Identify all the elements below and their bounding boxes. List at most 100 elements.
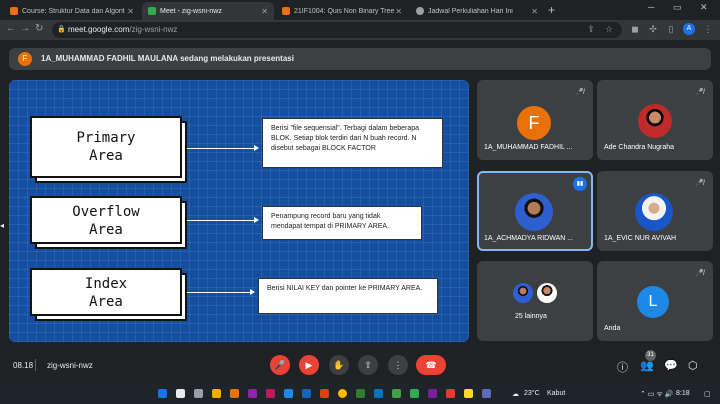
- speaking-indicator-icon: ▮▮: [573, 177, 587, 191]
- index-area-box: Index Area: [30, 268, 182, 316]
- globe-favicon-icon: [416, 7, 424, 15]
- meet-favicon-icon: [148, 7, 156, 15]
- activities-icon[interactable]: ⬡: [688, 359, 698, 372]
- participant-name: 1A_MUHAMMAD FADHIL ...: [484, 144, 573, 151]
- photoshop-icon[interactable]: [284, 389, 293, 398]
- close-tab-icon[interactable]: ✕: [395, 7, 402, 16]
- meeting-code: zig-wsni-nwz: [47, 361, 93, 370]
- spotify-icon[interactable]: [392, 389, 401, 398]
- xd-icon[interactable]: [266, 389, 275, 398]
- app-icon[interactable]: [446, 389, 455, 398]
- app-icon[interactable]: [464, 389, 473, 398]
- moodle-favicon-icon: [282, 7, 290, 15]
- tab-course[interactable]: Course: Struktur Data dan Algorit ✕: [4, 2, 140, 20]
- weather-temp: 23°C: [524, 390, 540, 397]
- weather-condition: Kabut: [547, 390, 566, 397]
- participant-count-badge: 31: [645, 350, 656, 361]
- extension-icon[interactable]: ◼: [630, 24, 640, 34]
- chrome-icon[interactable]: [338, 389, 347, 398]
- camera-toggle-button[interactable]: ▶: [299, 355, 319, 375]
- participant-name: Anda: [604, 325, 621, 332]
- reload-icon[interactable]: ↻: [35, 23, 43, 34]
- tab-title: Meet - zig-wsni-nwz: [160, 7, 222, 15]
- meeting-controls-bar: 08.18 zig-wsni-nwz 🎤 ▶ ✋ ⇧ ⋮ ☎ ⓘ 👥 31 💬 …: [0, 346, 720, 384]
- participant-name: 1A_ACHMADYA RIDWAN ...: [484, 235, 574, 242]
- participant-tile[interactable]: 🎤̸ F 1A_MUHAMMAD FADHIL ...: [477, 80, 593, 160]
- sidebar-icon[interactable]: ▯: [666, 24, 676, 34]
- close-window-icon[interactable]: ✕: [700, 2, 708, 13]
- start-icon[interactable]: [158, 389, 167, 398]
- word-icon[interactable]: [302, 389, 311, 398]
- os-taskbar: ☁ 23°C Kabut ⌃ ▭ ᯤ 🔊 8:18 ▢: [0, 384, 720, 404]
- box-label: Index: [84, 276, 128, 292]
- overflow-area-box: Overflow Area: [30, 196, 182, 244]
- address-bar[interactable]: 🔒 meet.google.com/zig-wsni-nwz: [52, 22, 622, 38]
- participant-tile[interactable]: 🎤̸ Ade Chandra Nugraha: [597, 80, 713, 160]
- new-tab-icon[interactable]: +: [548, 3, 555, 17]
- chat-icon[interactable]: 💬: [664, 359, 678, 372]
- raise-hand-button[interactable]: ✋: [329, 355, 349, 375]
- profile-avatar[interactable]: A: [683, 23, 695, 35]
- arrow: [187, 289, 255, 295]
- present-screen-button[interactable]: ⇧: [358, 355, 378, 375]
- tray-icons[interactable]: ⌃ ▭ ᯤ 🔊: [640, 390, 673, 399]
- mic-off-icon: 🎤̸: [575, 89, 584, 96]
- tab-jadwal[interactable]: Jadwal Perkuliahan Hari Ini ✕: [410, 2, 544, 20]
- more-options-button[interactable]: ⋮: [388, 355, 408, 375]
- file-explorer-icon[interactable]: [212, 389, 221, 398]
- minimize-icon[interactable]: ─: [648, 2, 654, 12]
- bookmark-star-icon[interactable]: ☆: [604, 24, 614, 34]
- excel-icon[interactable]: [356, 389, 365, 398]
- whatsapp-icon[interactable]: [410, 389, 419, 398]
- maximize-icon[interactable]: ▭: [673, 2, 682, 13]
- close-tab-icon[interactable]: ✕: [261, 7, 268, 16]
- close-tab-icon[interactable]: ✕: [127, 7, 134, 16]
- primary-area-box: Primary Area: [30, 116, 182, 178]
- task-view-icon[interactable]: [194, 389, 203, 398]
- leave-call-button[interactable]: ☎: [416, 355, 446, 375]
- participant-name: Ade Chandra Nugraha: [604, 144, 675, 151]
- box-label: Area: [89, 148, 123, 164]
- powerpoint-icon[interactable]: [320, 389, 329, 398]
- menu-dots-icon[interactable]: ⋮: [703, 24, 713, 34]
- participant-tile[interactable]: 🎤̸ 1A_EVIC NUR AVIVAH: [597, 171, 713, 251]
- tab-quiz[interactable]: 21IF1004: Quis Non Binary Tree ✕: [276, 2, 408, 20]
- search-icon[interactable]: [176, 389, 185, 398]
- clock[interactable]: 8:18: [676, 390, 690, 397]
- app-icon[interactable]: [428, 389, 437, 398]
- avatar: [515, 193, 553, 231]
- mic-toggle-button[interactable]: 🎤: [270, 355, 290, 375]
- cursor-icon: ◂: [0, 221, 5, 230]
- divider: [35, 359, 36, 371]
- mic-off-icon: 🎤̸: [695, 270, 704, 277]
- forward-icon[interactable]: →: [20, 23, 30, 34]
- edge-icon[interactable]: [374, 389, 383, 398]
- people-icon[interactable]: 👥: [640, 359, 654, 372]
- self-tile[interactable]: 🎤̸ L Anda: [597, 261, 713, 341]
- notification-icon[interactable]: ▢: [704, 390, 711, 398]
- ai-app-icon[interactable]: [230, 389, 239, 398]
- puzzle-icon[interactable]: ✣: [648, 24, 658, 34]
- mic-off-icon: 🎤̸: [695, 89, 704, 96]
- browser-toolbar: ← → ↻ 🔒 meet.google.com/zig-wsni-nwz ⇪ ☆…: [0, 20, 720, 40]
- avatar: L: [637, 286, 669, 318]
- tab-meet[interactable]: Meet - zig-wsni-nwz ✕: [142, 2, 274, 20]
- share-icon[interactable]: ⇪: [586, 24, 596, 34]
- premiere-icon[interactable]: [248, 389, 257, 398]
- tab-title: Course: Struktur Data dan Algorit: [22, 7, 125, 15]
- others-tile[interactable]: 25 lainnya: [477, 261, 593, 341]
- back-icon[interactable]: ←: [6, 23, 16, 34]
- participant-tile[interactable]: ▮▮ 1A_ACHMADYA RIDWAN ...: [477, 171, 593, 251]
- presentation-banner: F 1A_MUHAMMAD FADHIL MAULANA sedang mela…: [9, 48, 711, 70]
- box-label: Overflow: [72, 204, 140, 220]
- close-tab-icon[interactable]: ✕: [531, 7, 538, 16]
- arrow: [187, 145, 259, 151]
- avatar: F: [517, 106, 551, 140]
- info-icon[interactable]: ⓘ: [617, 359, 628, 375]
- index-area-description: Berisi NILAI KEY dan pointer ke PRIMARY …: [258, 278, 438, 314]
- app-icon[interactable]: [482, 389, 491, 398]
- moodle-favicon-icon: [10, 7, 18, 15]
- avatar: [537, 283, 557, 303]
- tab-title: 21IF1004: Quis Non Binary Tree: [294, 7, 395, 15]
- lock-icon: 🔒: [57, 26, 66, 33]
